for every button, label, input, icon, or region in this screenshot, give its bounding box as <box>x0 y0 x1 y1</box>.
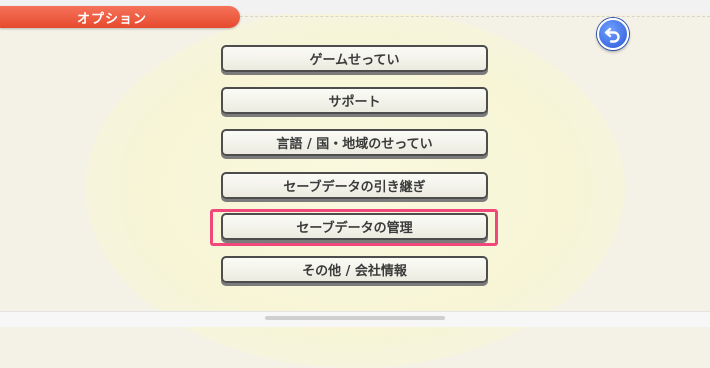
menu-item-label: 言語 / 国・地域のせってい <box>276 137 433 152</box>
back-button[interactable] <box>597 18 629 50</box>
menu-item-label: サポート <box>328 95 381 110</box>
header-tab: オプション <box>0 6 240 28</box>
game-settings-button[interactable]: ゲームせってい <box>221 45 488 72</box>
page-title: オプション <box>77 12 148 27</box>
support-button[interactable]: サポート <box>221 87 488 114</box>
menu-item-label: その他 / 会社情報 <box>302 264 407 279</box>
language-region-settings-button[interactable]: 言語 / 国・地域のせってい <box>221 129 488 156</box>
other-company-info-button[interactable]: その他 / 会社情報 <box>221 256 488 283</box>
save-data-transfer-button[interactable]: セーブデータの引き継ぎ <box>221 172 488 199</box>
save-data-management-button[interactable]: セーブデータの管理 <box>221 213 488 240</box>
menu-item-label: ゲームせってい <box>309 53 400 68</box>
back-arrow-icon <box>604 27 620 43</box>
header-divider <box>240 16 710 17</box>
menu-item-label: セーブデータの管理 <box>296 221 413 236</box>
menu-item-label: セーブデータの引き継ぎ <box>283 180 426 195</box>
home-indicator[interactable] <box>265 316 445 320</box>
